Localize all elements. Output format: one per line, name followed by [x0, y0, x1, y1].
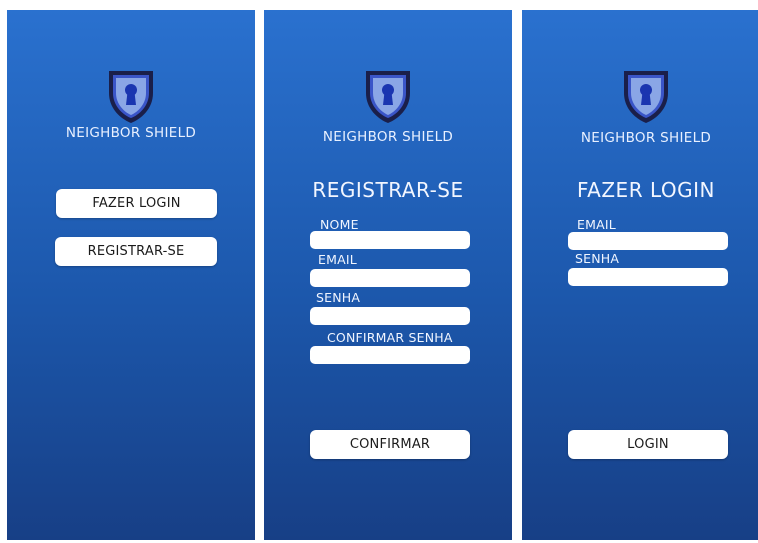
login-screen: NEIGHBOR SHIELD FAZER LOGIN EMAIL SENHA …	[522, 10, 758, 540]
app-name: NEIGHBOR SHIELD	[580, 130, 712, 146]
home-screen: NEIGHBOR SHIELD FAZER LOGIN REGISTRAR-SE	[7, 10, 255, 540]
shield-logo-icon	[103, 67, 159, 125]
name-input[interactable]	[310, 231, 470, 249]
confirm-password-input[interactable]	[310, 346, 470, 364]
password-label: SENHA	[575, 251, 620, 266]
app-name: NEIGHBOR SHIELD	[322, 129, 454, 145]
password-input[interactable]	[568, 268, 728, 286]
email-label: EMAIL	[577, 217, 616, 232]
email-label: EMAIL	[318, 252, 357, 267]
email-input[interactable]	[310, 269, 470, 287]
page-title: FAZER LOGIN	[577, 178, 715, 202]
email-input[interactable]	[568, 232, 728, 250]
confirm-password-label: CONFIRMAR SENHA	[327, 330, 453, 345]
shield-logo-icon	[360, 67, 416, 125]
login-button[interactable]: FAZER LOGIN	[56, 189, 217, 218]
app-name: NEIGHBOR SHIELD	[65, 125, 197, 141]
login-submit-button[interactable]: LOGIN	[568, 430, 728, 459]
register-screen: NEIGHBOR SHIELD REGISTRAR-SE NOME EMAIL …	[264, 10, 512, 540]
confirm-button[interactable]: CONFIRMAR	[310, 430, 470, 459]
page-title: REGISTRAR-SE	[312, 178, 464, 202]
shield-logo-icon	[618, 67, 674, 125]
register-button[interactable]: REGISTRAR-SE	[55, 237, 217, 266]
name-label: NOME	[320, 217, 359, 232]
password-input[interactable]	[310, 307, 470, 325]
password-label: SENHA	[316, 290, 361, 305]
